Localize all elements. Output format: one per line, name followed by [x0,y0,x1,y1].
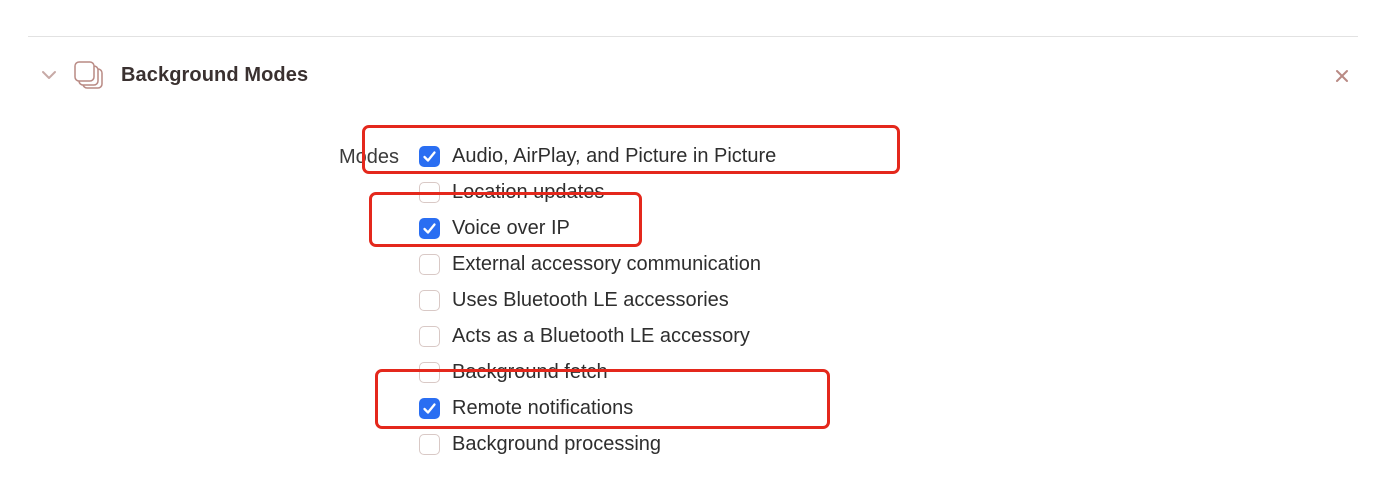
mode-label: Acts as a Bluetooth LE accessory [452,324,750,347]
divider [28,36,1358,37]
section-header: Background Modes [0,56,1384,96]
mode-background-fetch[interactable]: Background fetch [419,356,608,388]
mode-remote-notifications[interactable]: Remote notifications [419,392,633,424]
close-icon[interactable] [1331,65,1353,87]
checkbox-checked[interactable] [419,217,440,239]
mode-external-accessory[interactable]: External accessory communication [419,248,761,280]
mode-location-updates[interactable]: Location updates [419,176,604,208]
checkbox-checked[interactable] [419,145,440,167]
checkbox-unchecked[interactable] [419,361,440,383]
section-title: Background Modes [121,64,309,86]
checkbox-unchecked[interactable] [419,433,440,455]
checkbox-unchecked[interactable] [419,181,440,203]
mode-label: Uses Bluetooth LE accessories [452,288,729,311]
mode-voice-over-ip[interactable]: Voice over IP [419,212,570,244]
checkbox-unchecked[interactable] [419,253,440,275]
mode-label: Background fetch [452,360,608,383]
checkbox-unchecked[interactable] [419,325,440,347]
mode-label: Voice over IP [452,216,570,239]
mode-label: Audio, AirPlay, and Picture in Picture [452,144,777,167]
mode-label: Remote notifications [452,396,634,419]
capabilities-panel: Background Modes Modes Audio, AirPlay, a… [0,0,1384,494]
mode-label: External accessory communication [452,252,762,275]
mode-audio-airplay-pip[interactable]: Audio, AirPlay, and Picture in Picture [419,140,776,172]
mode-label: Background processing [452,432,662,455]
checkbox-checked[interactable] [419,397,440,419]
mode-acts-as-bluetooth-le[interactable]: Acts as a Bluetooth LE accessory [419,320,750,352]
modes-label: Modes [339,146,400,168]
mode-background-processing[interactable]: Background processing [419,428,661,460]
chevron-down-icon[interactable] [40,66,58,84]
mode-uses-bluetooth-le[interactable]: Uses Bluetooth LE accessories [419,284,729,316]
checkbox-unchecked[interactable] [419,289,440,311]
mode-label: Location updates [452,180,605,203]
background-modes-icon [72,59,106,93]
